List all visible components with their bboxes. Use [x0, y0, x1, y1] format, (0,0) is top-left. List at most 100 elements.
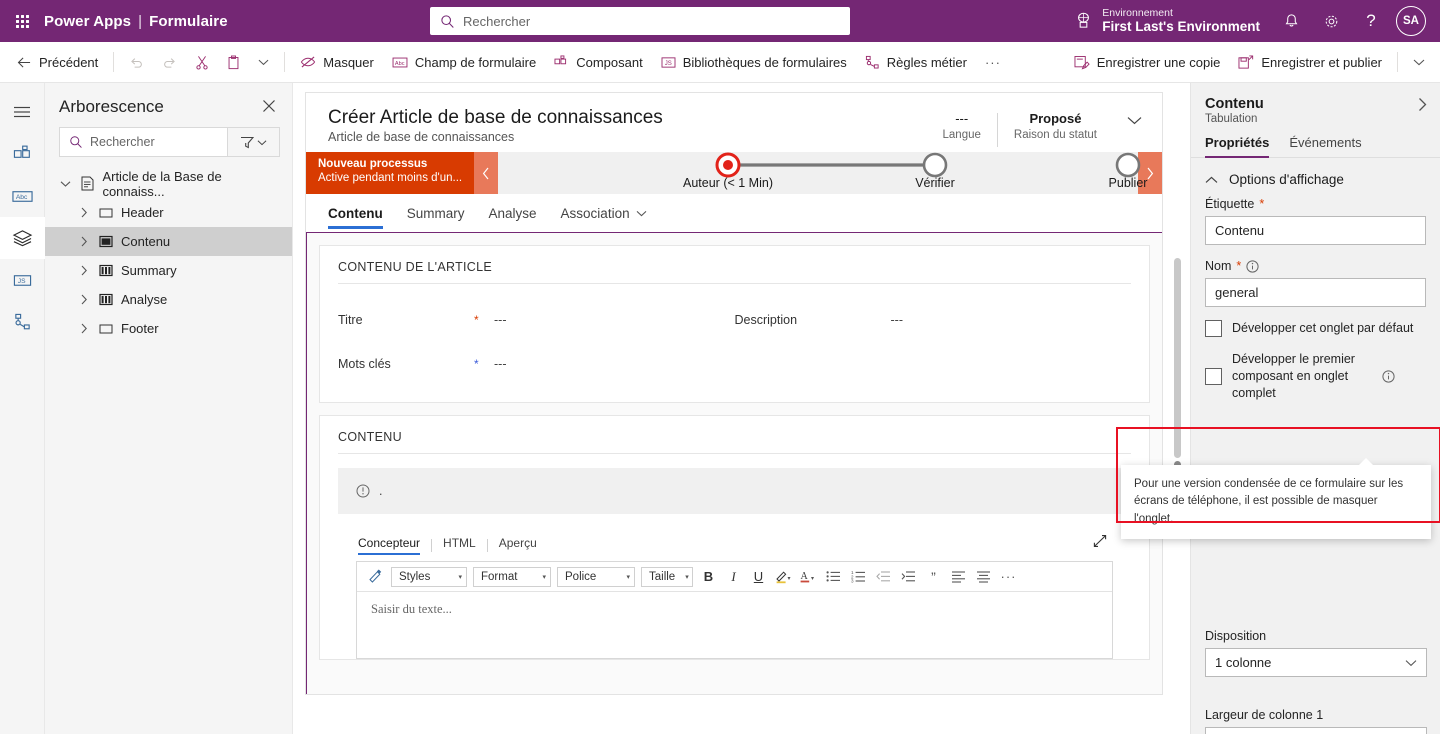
chevron-right-icon[interactable] — [77, 294, 91, 305]
tree-node-header[interactable]: Header — [45, 198, 292, 227]
align-left-icon[interactable] — [946, 565, 971, 589]
tab-analyse[interactable]: Analyse — [477, 206, 549, 229]
rail-item-components[interactable] — [0, 133, 45, 175]
field-row-titre[interactable]: Titre * --- — [338, 298, 735, 342]
field-row-description[interactable]: Description --- — [735, 298, 1132, 342]
name-input[interactable]: general — [1205, 278, 1426, 307]
selected-tab-body[interactable]: CONTENU DE L'ARTICLE Titre * --- Mots cl… — [306, 232, 1162, 694]
settings-button[interactable] — [1312, 0, 1350, 42]
bulleted-list-icon[interactable] — [821, 565, 846, 589]
rte-editor-area[interactable]: Saisir du texte... — [357, 592, 1112, 658]
rail-item-tree-view[interactable] — [0, 217, 45, 259]
tab-contenu[interactable]: Contenu — [328, 206, 395, 229]
display-options-header[interactable]: Options d'affichage — [1191, 158, 1440, 197]
italic-icon[interactable]: I — [721, 565, 746, 589]
checkbox-box[interactable] — [1205, 367, 1222, 385]
bpf-previous-button[interactable] — [474, 152, 498, 194]
bpf-flag[interactable]: Nouveau processus Active pendant moins d… — [306, 152, 474, 194]
avatar[interactable]: SA — [1396, 6, 1426, 36]
form-field-button[interactable]: Abc Champ de formulaire — [383, 47, 545, 77]
save-publish-button[interactable]: Enregistrer et publier — [1229, 47, 1391, 77]
tree-node-footer[interactable]: Footer — [45, 314, 292, 343]
align-center-icon[interactable] — [971, 565, 996, 589]
close-icon[interactable] — [262, 99, 276, 116]
command-overflow-button[interactable]: ··· — [976, 47, 1010, 77]
save-copy-button[interactable]: Enregistrer une copie — [1065, 47, 1230, 77]
rail-item-form-libraries[interactable]: JS — [0, 259, 45, 301]
checkbox-expand-first-component[interactable]: Développer le premier composant en ongle… — [1191, 351, 1440, 402]
canvas-vertical-scrollbar-thumb[interactable] — [1174, 258, 1181, 458]
paste-button[interactable] — [218, 47, 249, 77]
notifications-button[interactable] — [1272, 0, 1310, 42]
component-button[interactable]: Composant — [545, 47, 651, 77]
tree-node-root[interactable]: Article de la Base de connaiss... — [45, 169, 292, 199]
brand[interactable]: Power Apps | Formulaire — [44, 13, 228, 30]
chevron-right-icon[interactable] — [77, 265, 91, 276]
tree-node-summary[interactable]: Summary — [45, 256, 292, 285]
bpf-stage-verifier[interactable]: Vérifier — [875, 152, 995, 190]
tree-node-analyse[interactable]: Analyse — [45, 285, 292, 314]
blockquote-icon[interactable]: ” — [921, 565, 946, 589]
bpf-stage-auteur[interactable]: Auteur (< 1 Min) — [658, 152, 798, 190]
tree-search-input[interactable]: Rechercher — [59, 127, 228, 157]
form-libraries-button[interactable]: JS Bibliothèques de formulaires — [652, 47, 856, 77]
chevron-right-icon[interactable] — [77, 207, 91, 218]
paste-overflow-button[interactable] — [249, 47, 278, 77]
format-painter-icon[interactable] — [363, 565, 388, 589]
rte-font-select[interactable]: Police ▾ — [557, 566, 635, 587]
bold-icon[interactable]: B — [696, 565, 721, 589]
tab-evenements[interactable]: Événements — [1279, 135, 1371, 157]
back-button[interactable]: Précédent — [8, 47, 107, 77]
rte-tab-apercu[interactable]: Aperçu — [488, 536, 548, 555]
global-search-input[interactable]: Rechercher — [430, 7, 850, 35]
rail-item-business-rules[interactable] — [0, 301, 45, 343]
chevron-down-icon[interactable] — [59, 180, 73, 188]
tab-proprietes[interactable]: Propriétés — [1205, 135, 1279, 158]
chevron-right-icon[interactable] — [77, 323, 91, 334]
header-field-statut[interactable]: Proposé Raison du statut — [998, 111, 1113, 141]
tree-node-contenu[interactable]: Contenu — [45, 227, 292, 256]
cut-button[interactable] — [186, 47, 218, 77]
expand-diagonal-icon[interactable] — [1093, 534, 1107, 551]
numbered-list-icon[interactable]: 123 — [846, 565, 871, 589]
save-options-button[interactable] — [1404, 47, 1434, 77]
header-field-langue[interactable]: --- Langue — [927, 111, 997, 141]
field-row-mots-cles[interactable]: Mots clés * --- — [338, 342, 735, 386]
undo-button[interactable] — [120, 47, 153, 77]
more-icon[interactable]: ··· — [996, 565, 1021, 589]
rte-styles-select[interactable]: Styles ▾ — [391, 566, 467, 587]
help-button[interactable]: ? — [1352, 0, 1390, 42]
section-contenu[interactable]: CONTENU . Concepteur HTML Aperçu Styles … — [319, 415, 1150, 660]
info-icon[interactable] — [1382, 370, 1395, 383]
rail-item-table-columns[interactable]: Abc — [0, 175, 45, 217]
environment-selector[interactable]: Environnement First Last's Environment — [1074, 7, 1270, 35]
underline-icon[interactable]: U — [746, 565, 771, 589]
label-input[interactable]: Contenu — [1205, 216, 1426, 245]
increase-indent-icon[interactable] — [896, 565, 921, 589]
layout-select[interactable]: 1 colonne — [1205, 648, 1427, 677]
info-icon[interactable] — [1246, 259, 1259, 273]
checkbox-expand-tab-default[interactable]: Développer cet onglet par défaut — [1191, 320, 1440, 337]
rte-format-select[interactable]: Format ▾ — [473, 566, 551, 587]
rte-tab-concepteur[interactable]: Concepteur — [356, 536, 431, 555]
tree-filter-button[interactable] — [228, 127, 280, 157]
redo-button[interactable] — [153, 47, 186, 77]
rich-text-editor[interactable]: Styles ▾ Format ▾ Police ▾ Taille ▾ B I … — [356, 561, 1113, 659]
app-launcher-icon[interactable] — [0, 0, 44, 42]
rail-item-menu[interactable] — [0, 91, 45, 133]
decrease-indent-icon[interactable] — [871, 565, 896, 589]
chevron-right-icon[interactable] — [77, 236, 91, 247]
header-expand-button[interactable] — [1113, 111, 1142, 128]
collapse-panel-button[interactable] — [1417, 97, 1428, 115]
checkbox-box[interactable] — [1205, 320, 1222, 337]
bpf-stage-publier[interactable]: Publier — [1068, 152, 1188, 190]
column-width-input[interactable]: 100 — [1205, 727, 1427, 734]
section-contenu-de-l-article[interactable]: CONTENU DE L'ARTICLE Titre * --- Mots cl… — [319, 245, 1150, 403]
business-rules-button[interactable]: Règles métier — [856, 47, 976, 77]
rte-tab-html[interactable]: HTML — [432, 536, 487, 555]
highlight-color-icon[interactable]: ▾ — [771, 565, 796, 589]
font-color-icon[interactable]: A ▾ — [796, 565, 821, 589]
tab-summary[interactable]: Summary — [395, 206, 477, 229]
hide-button[interactable]: Masquer — [291, 47, 383, 77]
rte-size-select[interactable]: Taille ▾ — [641, 566, 693, 587]
